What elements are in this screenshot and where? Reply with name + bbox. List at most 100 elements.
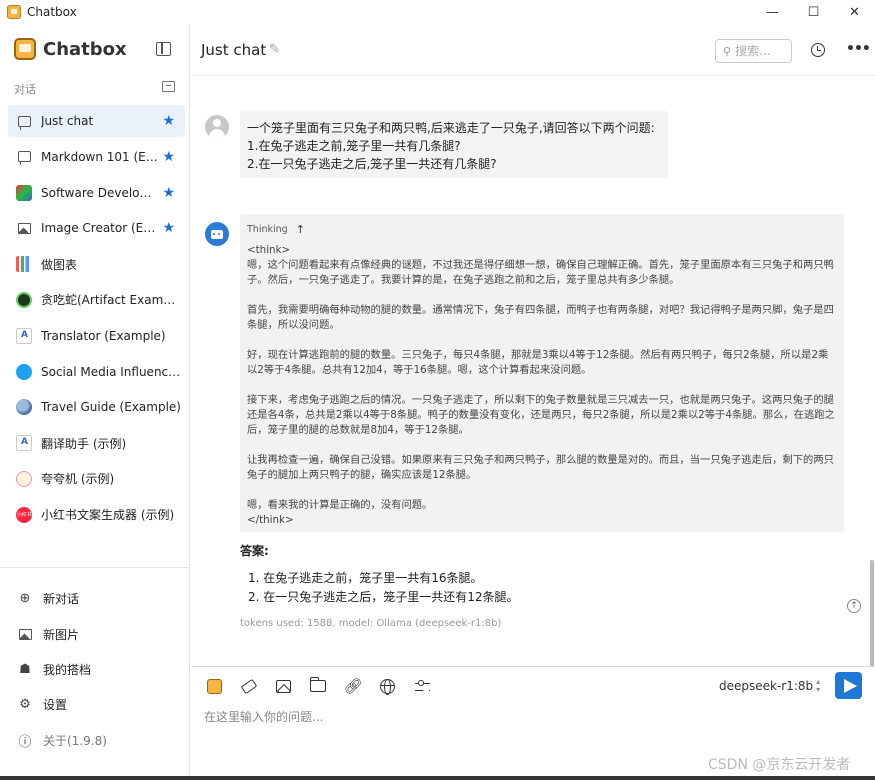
assistant-avatar [205, 222, 229, 246]
conversation-item-travel-guide[interactable]: Travel Guide (Example) [8, 391, 185, 423]
settings-button[interactable]: ⚙ 设置 [8, 687, 185, 722]
search-input[interactable] [735, 44, 791, 58]
conversation-label: 贪吃蛇(Artifact Example) [41, 293, 181, 308]
history-icon[interactable] [811, 43, 825, 57]
web-search-button[interactable] [378, 676, 398, 696]
send-button[interactable] [835, 672, 862, 699]
minimize-button[interactable]: — [752, 0, 793, 24]
conversation-item-praise-bot[interactable]: 夸夸机 (示例) [8, 463, 185, 495]
my-partners-button[interactable]: ☗ 我的搭档 [8, 652, 185, 687]
taskbar-edge [0, 776, 875, 780]
model-selector[interactable]: deepseek-r1:8b ▴ ▾ [719, 678, 820, 694]
search-box[interactable]: ⚲ [715, 39, 792, 63]
scrollbar-thumb[interactable] [870, 560, 874, 668]
conversation-label: 夸夸机 (示例) [41, 472, 115, 487]
conversation-item-make-chart[interactable]: 做图表 [8, 248, 185, 280]
about-button[interactable]: ⓘ 关于(1.9.8) [8, 723, 185, 758]
info-icon: ⓘ [18, 734, 32, 750]
add-image-icon [18, 627, 32, 641]
star-icon[interactable]: ★ [162, 185, 175, 201]
edit-title-icon[interactable]: ✎ [269, 42, 280, 57]
gear-icon: ⚙ [19, 697, 31, 713]
attach-image-button[interactable] [274, 676, 294, 696]
user-message-line: 一个笼子里面有三只兔子和两只鸭,后来逃走了一只兔子,请回答以下两个问题: [247, 121, 655, 135]
praise-avatar-icon [16, 470, 32, 487]
message-input[interactable] [204, 707, 854, 727]
thinking-label: Thinking [247, 224, 288, 235]
about-label: 关于(1.9.8) [43, 733, 107, 748]
thinking-block: Thinking ↑ <think> 嗯，这个问题看起来有点像经典的谜题，不过我… [240, 214, 844, 532]
window-title: Chatbox [27, 5, 77, 19]
star-icon[interactable]: ★ [162, 113, 175, 129]
conversation-list: Just chat ★ Markdown 101 (Example) ★ Sof… [8, 105, 185, 535]
conversation-label: Travel Guide (Example) [41, 400, 181, 415]
my-partners-label: 我的搭档 [43, 662, 92, 677]
answer-title: 答案: [240, 544, 269, 558]
sidebar-footer: ⊕ 新对话 新图片 ☗ 我的搭档 ⚙ 设置 ⓘ 关于(1.9.8) [0, 567, 190, 750]
sliders-icon [415, 679, 431, 693]
message-meta: tokens used: 1588, model: Ollama (deepse… [240, 618, 502, 629]
conversation-item-xiaohongshu[interactable]: 小红书 小红书文案生成器 (示例) [8, 499, 185, 531]
conversation-item-translation-assistant[interactable]: 翻译助手 (示例) [8, 427, 185, 459]
brand-name: Chatbox [43, 38, 127, 60]
chat-bubble-icon [17, 151, 31, 166]
conversation-item-translator[interactable]: Translator (Example) [8, 320, 185, 352]
model-name: deepseek-r1:8b [719, 679, 814, 693]
translator-avatar-icon [16, 435, 32, 452]
robot-icon: ☗ [19, 661, 31, 677]
folder-icon [309, 677, 327, 692]
search-icon: ⚲ [723, 44, 732, 58]
window-controls: — ☐ ✕ [752, 0, 875, 24]
software-developer-avatar-icon [16, 184, 32, 201]
new-image-button[interactable]: 新图片 [8, 616, 185, 651]
collapse-sidebar-icon[interactable] [156, 42, 171, 56]
scroll-to-top-icon[interactable]: ↑ [847, 599, 861, 613]
plus-circle-icon: ⊕ [19, 591, 31, 607]
conversation-item-image-creator[interactable]: Image Creator (Example) ★ [8, 212, 185, 244]
chat-title: Just chat [201, 41, 267, 59]
link-icon: 🔗︎ [343, 677, 363, 695]
conversation-item-just-chat[interactable]: Just chat ★ [8, 105, 185, 137]
new-chat-button[interactable]: ⊕ 新对话 [8, 581, 185, 616]
user-avatar [205, 115, 229, 139]
globe-icon [380, 678, 396, 695]
conversation-label: Image Creator (Example) [41, 221, 159, 236]
answer-item: 1. 在兔子逃走之前，笼子里一共有16条腿。 [248, 571, 483, 585]
thinking-header[interactable]: Thinking ↑ [247, 223, 837, 236]
answer-list: 1. 在兔子逃走之前，笼子里一共有16条腿。 2. 在一只兔子逃走之后，笼子里一… [248, 569, 519, 607]
archive-icon[interactable] [162, 81, 175, 92]
more-options-icon[interactable]: ••• [846, 41, 871, 57]
snake-avatar-icon [16, 291, 32, 308]
conversation-label: 小红书文案生成器 (示例) [41, 508, 175, 523]
close-button[interactable]: ✕ [834, 0, 875, 24]
settings-sliders-button[interactable] [413, 676, 433, 696]
conversation-label: Just chat [41, 114, 94, 128]
user-message: 一个笼子里面有三只兔子和两只鸭,后来逃走了一只兔子,请回答以下两个问题: 1.在… [240, 111, 668, 178]
user-message-line: 1.在兔子逃走之前,笼子里一共有几条腿? [247, 139, 461, 153]
sidebar: Chatbox 对话 Just chat ★ Markdown 101 (Exa… [0, 24, 190, 780]
twitter-avatar-icon [16, 363, 32, 380]
eraser-icon [240, 678, 258, 694]
conversation-item-snake[interactable]: 贪吃蛇(Artifact Example) [8, 284, 185, 316]
clear-context-button[interactable] [239, 676, 259, 696]
star-icon[interactable]: ★ [162, 149, 175, 165]
maximize-button[interactable]: ☐ [793, 0, 834, 24]
chatbox-logo-icon [14, 38, 36, 60]
user-message-line: 2.在一只兔子逃走之后,笼子里一共还有几条腿? [247, 157, 497, 171]
chat-bubble-icon [17, 115, 31, 130]
conversation-item-software-developer[interactable]: Software Developer ★ [8, 177, 185, 209]
collapse-arrow-icon[interactable]: ↑ [296, 223, 305, 236]
conversation-label: Markdown 101 (Example) [41, 149, 159, 164]
partner-button[interactable] [204, 676, 224, 696]
attach-file-button[interactable] [308, 676, 328, 696]
conversation-item-markdown-101[interactable]: Markdown 101 (Example) ★ [8, 141, 185, 173]
watermark: CSDN @京东云开发者 [708, 757, 851, 773]
star-icon[interactable]: ★ [162, 220, 175, 236]
xiaohongshu-avatar-icon: 小红书 [16, 506, 32, 523]
image-icon [17, 222, 31, 234]
attach-link-button[interactable]: 🔗︎ [343, 676, 363, 696]
conversation-item-social-media-influencer[interactable]: Social Media Influencer (Example) [8, 356, 185, 388]
chart-avatar-icon [16, 256, 32, 273]
conversation-label: Translator (Example) [41, 328, 166, 343]
chatbox-app-icon [206, 678, 222, 694]
